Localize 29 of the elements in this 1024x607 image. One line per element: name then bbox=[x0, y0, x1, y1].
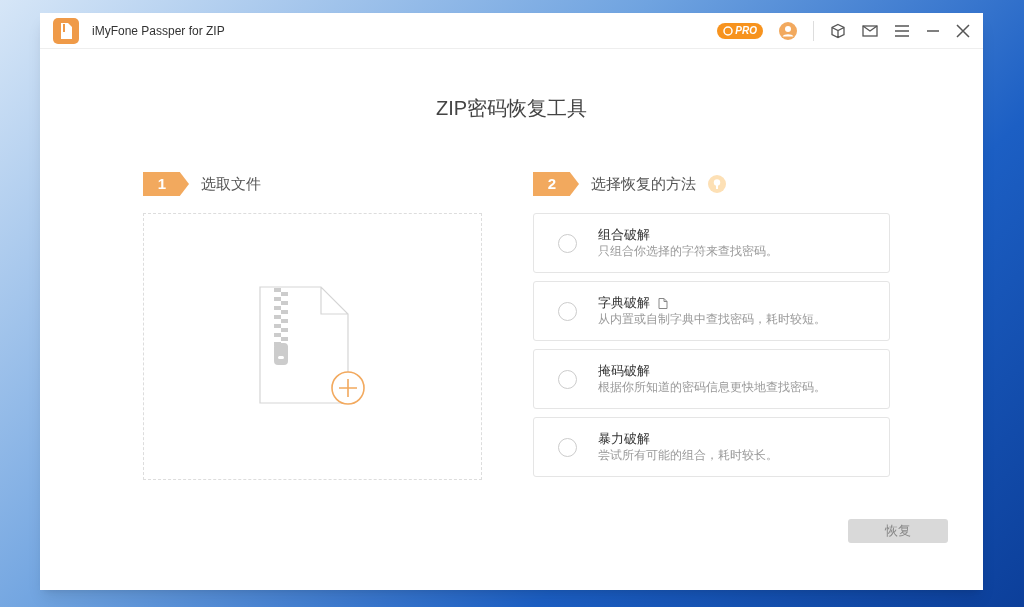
method-title: 字典破解 bbox=[598, 295, 650, 311]
file-icon[interactable] bbox=[658, 297, 668, 309]
method-description: 只组合你选择的字符来查找密码。 bbox=[598, 243, 778, 259]
method-title: 掩码破解 bbox=[598, 363, 650, 379]
user-avatar-icon[interactable] bbox=[779, 21, 797, 40]
method-description: 尝试所有可能的组合，耗时较长。 bbox=[598, 447, 778, 463]
step-label: 选择恢复的方法 bbox=[591, 173, 696, 194]
method-option[interactable]: 掩码破解 根据你所知道的密码信息更快地查找密码。 bbox=[533, 349, 890, 409]
page-heading: ZIP密码恢复工具 bbox=[434, 96, 589, 121]
method-description: 从内置或自制字典中查找密码，耗时较短。 bbox=[598, 311, 826, 327]
zip-file-add-icon bbox=[258, 285, 367, 408]
method-option[interactable]: 组合破解 只组合你选择的字符来查找密码。 bbox=[533, 213, 890, 273]
method-description: 根据你所知道的密码信息更快地查找密码。 bbox=[598, 379, 826, 395]
step-number-badge: 1 bbox=[143, 172, 189, 196]
step-number-badge: 2 bbox=[533, 172, 579, 196]
lightbulb-icon[interactable] bbox=[708, 175, 726, 193]
close-icon[interactable] bbox=[956, 23, 970, 38]
method-option[interactable]: 暴力破解 尝试所有可能的组合，耗时较长。 bbox=[533, 417, 890, 477]
method-title: 组合破解 bbox=[598, 227, 650, 243]
step-label: 选取文件 bbox=[201, 173, 261, 194]
zip-file-logo-icon bbox=[53, 17, 79, 44]
method-option[interactable]: 字典破解 从内置或自制字典中查找密码，耗时较短。 bbox=[533, 281, 890, 341]
coin-icon bbox=[723, 25, 734, 36]
mail-icon[interactable] bbox=[862, 23, 878, 38]
cube-icon[interactable] bbox=[830, 22, 846, 39]
window-title: iMyFone Passper for ZIP bbox=[92, 22, 225, 40]
file-drop-zone[interactable] bbox=[143, 213, 482, 480]
method-title: 暴力破解 bbox=[598, 431, 650, 447]
menu-icon[interactable] bbox=[894, 23, 910, 38]
